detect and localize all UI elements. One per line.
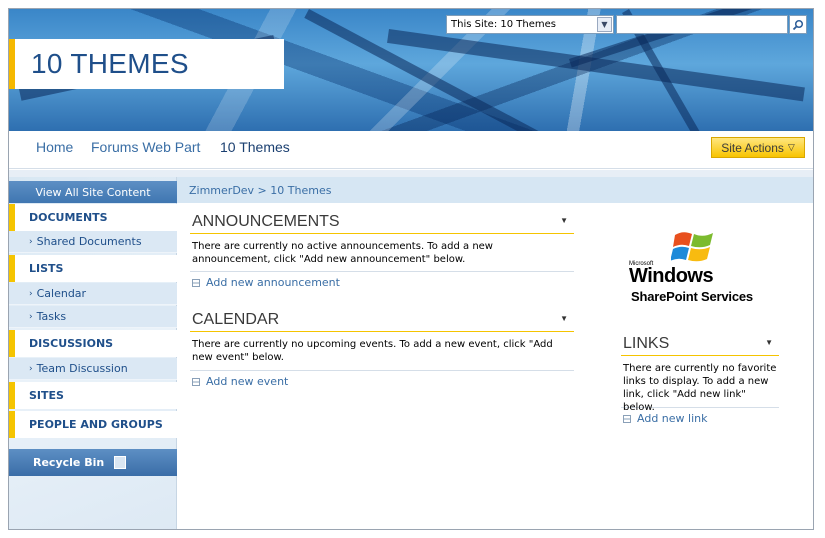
- topnav-home[interactable]: Home: [36, 139, 73, 155]
- announcements-webpart: ANNOUNCEMENTS ▼ There are currently no a…: [190, 210, 574, 289]
- windows-flag-icon: [671, 232, 713, 262]
- add-item-icon: [192, 278, 200, 287]
- topnav-forums-web-part[interactable]: Forums Web Part: [91, 139, 200, 155]
- site-banner: This Site: 10 Themes ▼ 10 THEMES: [9, 9, 813, 159]
- add-new-event-link[interactable]: Add new event: [190, 375, 574, 388]
- nav-separator-band: [9, 170, 813, 177]
- search-icon: [792, 19, 804, 30]
- sidebar-item-team-discussion[interactable]: › Team Discussion: [9, 358, 177, 380]
- links-webpart: LINKS ▼ There are currently no favorite …: [621, 332, 779, 425]
- breadcrumb-text[interactable]: ZimmerDev > 10 Themes: [189, 184, 331, 197]
- chevron-down-icon: ▽: [787, 142, 795, 152]
- sidebar-heading-documents[interactable]: DOCUMENTS: [9, 204, 177, 231]
- site-title-box: 10 THEMES: [9, 39, 284, 89]
- recycle-bin-link[interactable]: Recycle Bin: [9, 449, 177, 476]
- sidebar-item-label: Tasks: [36, 310, 67, 323]
- add-item-icon: [192, 377, 200, 386]
- add-new-announcement-link[interactable]: Add new announcement: [190, 276, 574, 289]
- search-input[interactable]: [616, 15, 788, 34]
- sidebar-heading-people-and-groups[interactable]: PEOPLE AND GROUPS: [9, 411, 177, 438]
- topnav-10-themes[interactable]: 10 Themes: [220, 139, 290, 155]
- site-actions-label: Site Actions: [721, 140, 784, 155]
- browser-viewport: This Site: 10 Themes ▼ 10 THEMES Home Fo…: [8, 8, 814, 530]
- links-empty-text: There are currently no favorite links to…: [621, 356, 779, 413]
- search-bar: This Site: 10 Themes ▼: [446, 15, 807, 34]
- site-title[interactable]: 10 THEMES: [31, 48, 189, 80]
- calendar-empty-text: There are currently no upcoming events. …: [190, 332, 574, 371]
- add-link-label: Add new event: [206, 375, 289, 388]
- sidebar-item-tasks[interactable]: › Tasks: [9, 306, 177, 328]
- breadcrumb: ZimmerDev > 10 Themes: [177, 177, 813, 203]
- logo-product-text: SharePoint Services: [631, 289, 753, 304]
- sidebar-item-label: Team Discussion: [36, 362, 128, 375]
- announcements-empty-text: There are currently no active announceme…: [190, 234, 574, 272]
- add-link-label: Add new link: [637, 412, 708, 425]
- sidebar-item-shared-documents[interactable]: › Shared Documents: [9, 231, 177, 253]
- recycle-bin-label: Recycle Bin: [33, 456, 105, 469]
- search-button[interactable]: [789, 15, 807, 34]
- links-title-text[interactable]: LINKS: [623, 335, 669, 353]
- add-item-icon: [623, 414, 631, 423]
- add-link-label: Add new announcement: [206, 276, 340, 289]
- calendar-title-text[interactable]: CALENDAR: [192, 311, 279, 329]
- calendar-webpart: CALENDAR ▼ There are currently no upcomi…: [190, 308, 574, 388]
- sidebar-item-label: Shared Documents: [36, 235, 142, 248]
- windows-sharepoint-services-logo: Microsoft Windows SharePoint Services: [629, 227, 779, 307]
- webpart-menu-icon[interactable]: ▼: [560, 314, 568, 323]
- chevron-right-icon: ›: [29, 311, 33, 322]
- sidebar-item-calendar[interactable]: › Calendar: [9, 283, 177, 305]
- sidebar-heading-discussions[interactable]: DISCUSSIONS: [9, 330, 177, 357]
- search-scope-select[interactable]: This Site: 10 Themes ▼: [446, 15, 614, 34]
- calendar-title: CALENDAR ▼: [190, 308, 574, 332]
- sidebar-heading-lists[interactable]: LISTS: [9, 255, 177, 282]
- announcements-title-text[interactable]: ANNOUNCEMENTS: [192, 213, 340, 231]
- sidebar-heading-sites[interactable]: SITES: [9, 382, 177, 409]
- logo-windows-text: Windows: [629, 265, 714, 287]
- webpart-menu-icon[interactable]: ▼: [765, 338, 773, 347]
- announcements-title: ANNOUNCEMENTS ▼: [190, 210, 574, 234]
- view-all-site-content-link[interactable]: View All Site Content: [9, 181, 177, 203]
- chevron-right-icon: ›: [29, 288, 33, 299]
- quick-launch: View All Site Content DOCUMENTS › Shared…: [9, 177, 177, 529]
- search-scope-value: This Site: 10 Themes: [451, 19, 556, 30]
- recycle-bin-icon: [114, 456, 127, 469]
- chevron-right-icon: ›: [29, 236, 33, 247]
- chevron-down-icon[interactable]: ▼: [597, 17, 612, 32]
- webpart-menu-icon[interactable]: ▼: [560, 216, 568, 225]
- add-new-link-link[interactable]: Add new link: [621, 412, 779, 425]
- top-navigation: Home Forums Web Part 10 Themes: [9, 131, 813, 169]
- links-title: LINKS ▼: [621, 332, 779, 356]
- chevron-right-icon: ›: [29, 363, 33, 374]
- sidebar-item-label: Calendar: [36, 287, 87, 300]
- site-actions-button[interactable]: Site Actions ▽: [711, 137, 805, 158]
